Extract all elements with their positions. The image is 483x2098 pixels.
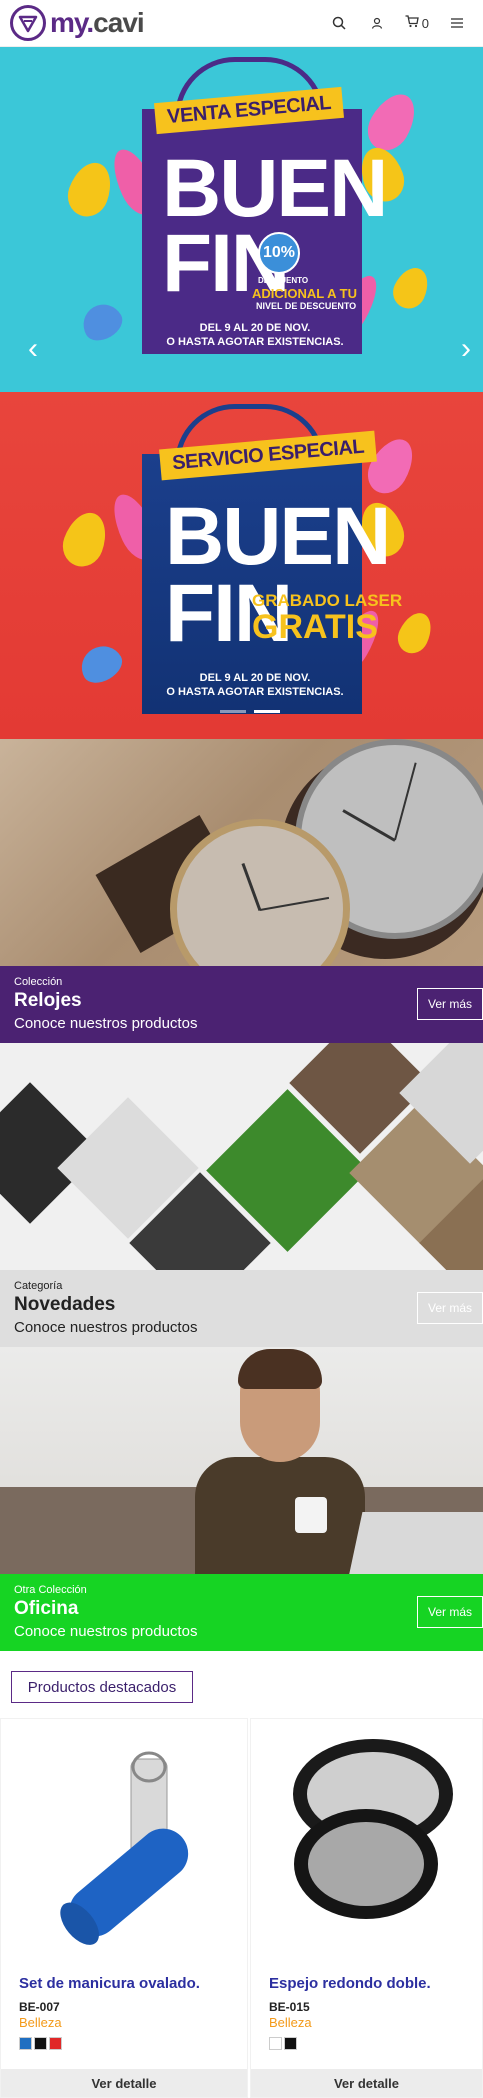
collection-subtitle: Conoce nuestros productos (14, 1319, 198, 1336)
cart-button[interactable]: 0 (405, 15, 429, 31)
product-name[interactable]: Espejo redondo doble. (269, 1975, 431, 1992)
product-category[interactable]: Belleza (19, 2015, 62, 2030)
product-card[interactable]: Espejo redondo doble. BE-015 Belleza Ver… (250, 1718, 483, 2098)
color-swatch-black[interactable] (284, 2037, 297, 2050)
collection-bar-novedades: Categoría Novedades Conoce nuestros prod… (0, 1270, 483, 1347)
person-hair-decoration (238, 1349, 322, 1389)
collection-subtitle: Conoce nuestros productos (14, 1623, 198, 1640)
collection-subtitle: Conoce nuestros productos (14, 1015, 198, 1032)
color-swatch-black[interactable] (34, 2037, 47, 2050)
carousel-indicator[interactable] (220, 710, 246, 713)
carousel-indicators (220, 710, 280, 713)
paint-splash-decoration (387, 262, 435, 314)
collection-kicker: Colección (14, 976, 63, 988)
promo-headline-line1: BUEN (165, 491, 391, 582)
color-swatch-red[interactable] (49, 2037, 62, 2050)
ver-mas-button[interactable]: Ver más (417, 1292, 483, 1324)
product-image-manicure-set[interactable] (1, 1719, 247, 1959)
product-name[interactable]: Set de manicura ovalado. (19, 1975, 200, 1992)
product-card[interactable]: Set de manicura ovalado. BE-007 Belleza … (0, 1718, 248, 2098)
ver-detalle-button[interactable]: Ver detalle (251, 2069, 482, 2097)
collection-image-oficina (0, 1347, 483, 1574)
promo-dates: DEL 9 AL 20 DE NOV. O HASTA AGOTAR EXIST… (150, 672, 360, 700)
promo-dates-line2: O HASTA AGOTAR EXISTENCIAS. (166, 335, 344, 348)
product-image-double-mirror[interactable] (251, 1719, 482, 1959)
paint-splash-decoration (76, 297, 128, 347)
paint-splash-decoration (74, 638, 128, 690)
paint-splash-decoration (61, 156, 119, 223)
menu-icon[interactable] (447, 13, 467, 33)
hero-slide-servicio-especial[interactable]: SERVICIO ESPECIAL BUEN FIN GRABADO LASER… (0, 392, 483, 739)
cart-icon (405, 15, 419, 31)
search-icon[interactable] (329, 13, 349, 33)
logo-my: my (50, 7, 87, 38)
promo-detail-line1: ADICIONAL A TU (252, 286, 357, 301)
collection-kicker: Otra Colección (14, 1584, 87, 1596)
user-icon[interactable] (367, 13, 387, 33)
carousel-prev-arrow[interactable]: ‹ (28, 332, 38, 366)
carousel-next-arrow[interactable]: › (461, 332, 471, 366)
carousel-indicator-active[interactable] (254, 710, 280, 713)
color-swatches (269, 2037, 297, 2050)
promo-detail-line2: NIVEL DE DESCUENTO (256, 301, 357, 311)
collection-image-relojes (0, 739, 483, 966)
product-code: BE-015 (269, 2000, 310, 2014)
product-code: BE-007 (19, 2000, 60, 2014)
promo-dates-line1: DEL 9 AL 20 DE NOV. (199, 672, 311, 684)
logo[interactable]: my.cavi (10, 5, 145, 41)
collection-bar-oficina: Otra Colección Oficina Conoce nuestros p… (0, 1574, 483, 1651)
ver-mas-button[interactable]: Ver más (417, 1596, 483, 1628)
color-swatch-blue[interactable] (19, 2037, 32, 2050)
collection-title: Novedades (14, 1294, 116, 1315)
discount-badge: 10% (258, 232, 300, 274)
cart-count: 0 (421, 15, 429, 31)
collection-image-novedades (0, 1043, 483, 1270)
collection-kicker: Categoría (14, 1280, 63, 1292)
site-header: my.cavi 0 (0, 0, 483, 47)
promo-dates-line2: O HASTA AGOTAR EXISTENCIAS. (166, 685, 344, 698)
promo-detail-line2: GRATIS (252, 608, 378, 646)
featured-products-label: Productos destacados (11, 1671, 193, 1703)
color-swatch-white[interactable] (269, 2037, 282, 2050)
promo-headline-line1: BUEN (162, 143, 388, 234)
paint-splash-decoration (392, 607, 438, 659)
mug-decoration (295, 1497, 327, 1533)
promo-dates-line1: DEL 9 AL 20 DE NOV. (199, 322, 311, 334)
collection-bar-relojes: Colección Relojes Conoce nuestros produc… (0, 966, 483, 1043)
ver-detalle-button[interactable]: Ver detalle (1, 2069, 247, 2097)
person-shirt-decoration (195, 1457, 365, 1574)
ver-mas-button[interactable]: Ver más (417, 988, 483, 1020)
color-swatches (19, 2037, 62, 2050)
logo-text: my.cavi (50, 7, 145, 39)
logo-mark-icon (10, 5, 46, 41)
collection-title: Oficina (14, 1598, 79, 1619)
laptop-decoration (347, 1512, 483, 1574)
product-category[interactable]: Belleza (269, 2015, 312, 2030)
collection-title: Relojes (14, 990, 82, 1011)
paint-splash-decoration (56, 506, 114, 573)
promo-small-text: DESCUENTO (258, 276, 309, 285)
hero-slide-venta-especial[interactable]: VENTA ESPECIAL BUEN FIN 10% DESCUENTO AD… (0, 47, 483, 392)
logo-cavi: cavi (93, 7, 144, 38)
promo-dates: DEL 9 AL 20 DE NOV. O HASTA AGOTAR EXIST… (150, 322, 360, 350)
